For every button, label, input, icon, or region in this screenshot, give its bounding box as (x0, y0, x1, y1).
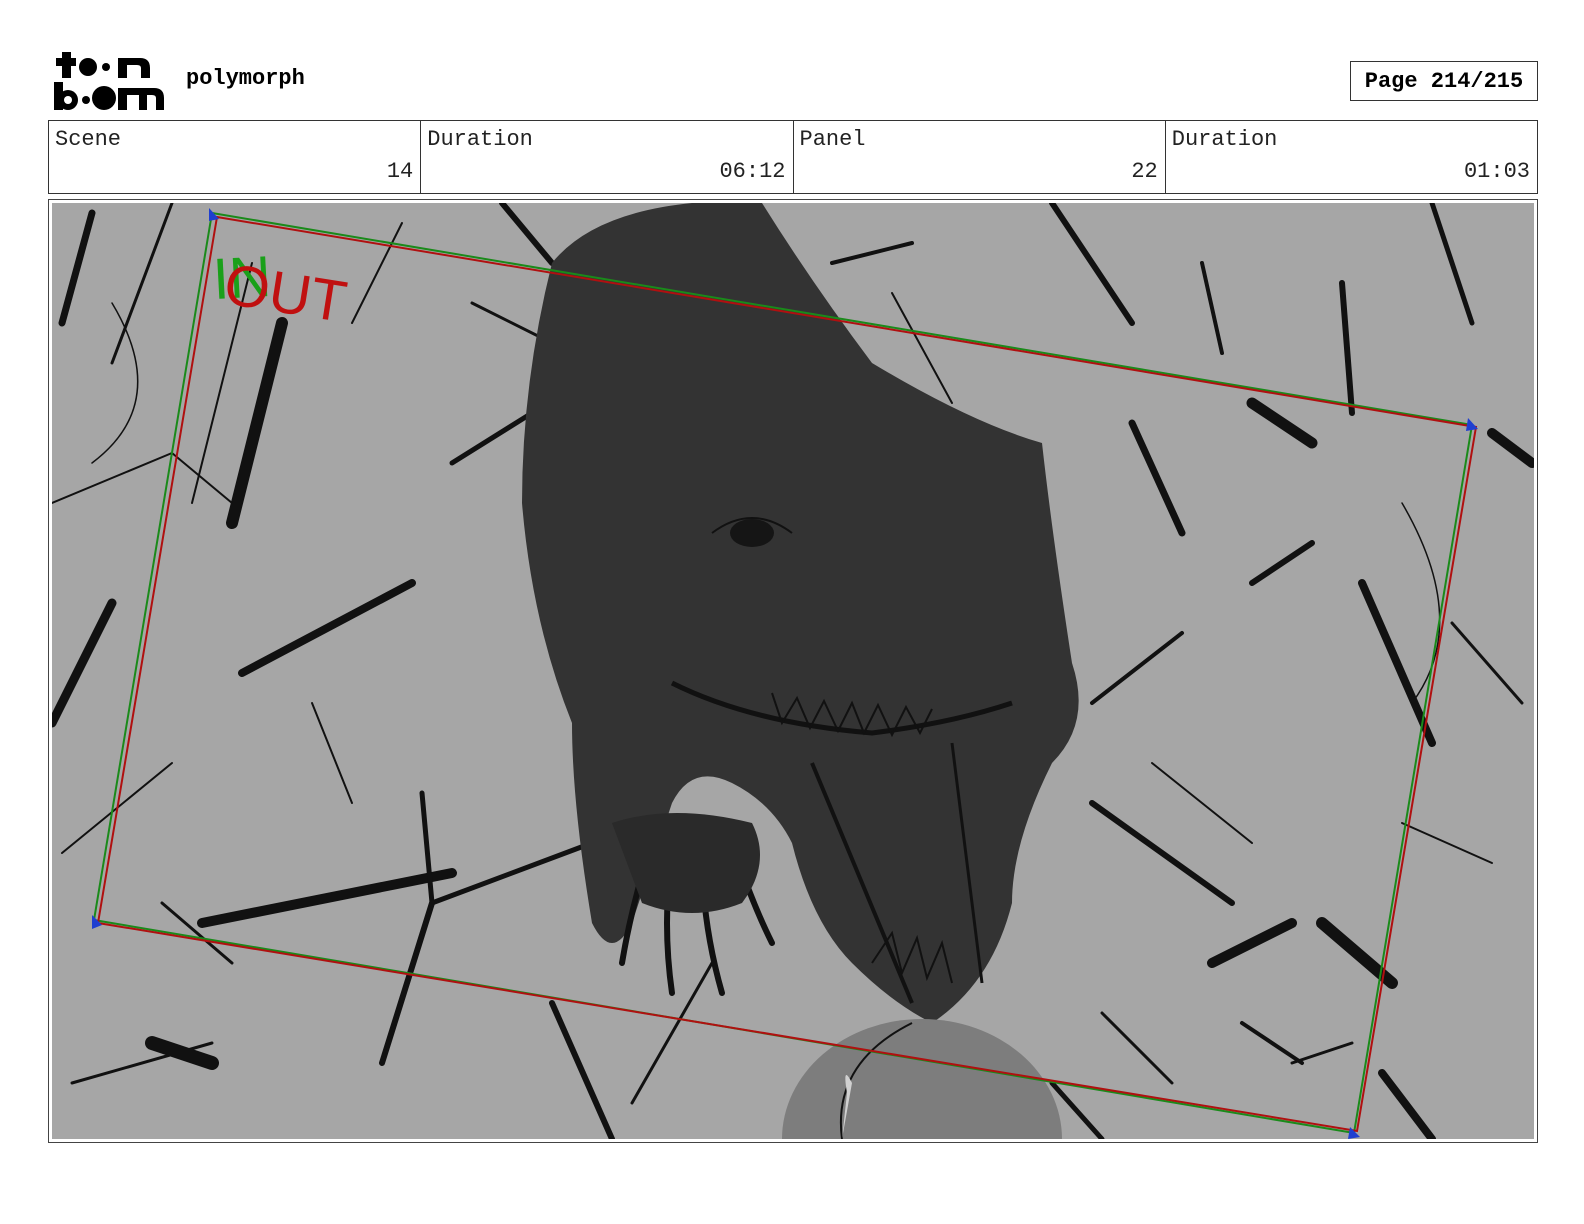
scene-cell: Scene 14 (49, 121, 422, 193)
storyboard-panel-image: IN OUT (52, 203, 1534, 1139)
page-indicator: Page 214/215 (1350, 61, 1538, 101)
panel-sketch: IN OUT (52, 203, 1534, 1139)
scene-duration-label: Duration (427, 127, 533, 152)
scene-info-table: Scene 14 Duration 06:12 Panel 22 Duratio… (48, 120, 1538, 194)
panel-cell: Panel 22 (794, 121, 1166, 193)
project-title: polymorph (186, 66, 305, 91)
panel-value: 22 (1131, 159, 1158, 184)
panel-duration-label: Duration (1171, 127, 1278, 152)
panel-duration-value: 01:03 (1463, 159, 1530, 184)
panel-duration-cell: Duration 01:03 (1166, 121, 1537, 193)
scene-value: 14 (386, 159, 414, 184)
scene-duration-value: 06:12 (719, 159, 786, 184)
panel-label: Panel (799, 127, 866, 152)
toon-boom-logo (52, 48, 170, 114)
scene-duration-cell: Duration 06:12 (421, 121, 794, 193)
scene-label: Scene (55, 127, 122, 152)
